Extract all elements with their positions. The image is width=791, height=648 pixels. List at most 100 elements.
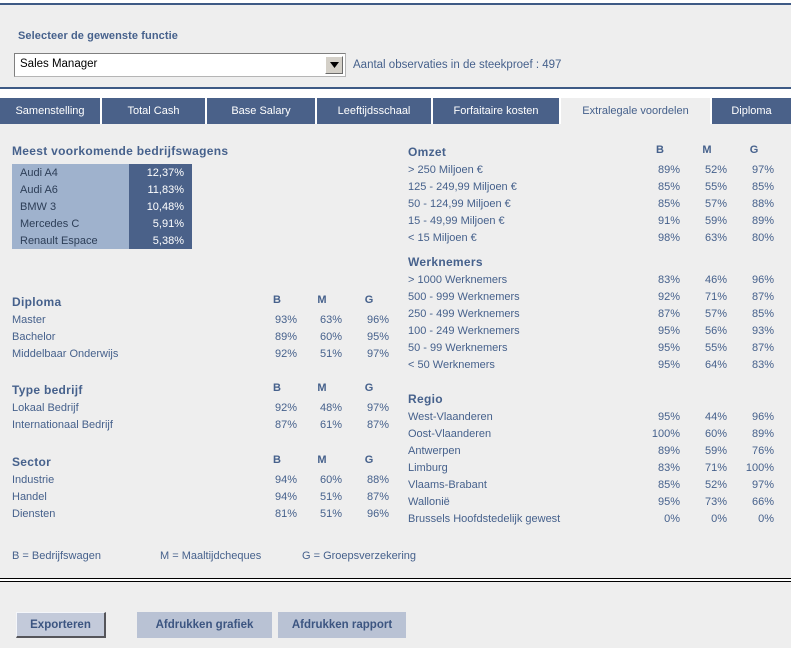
button-bar: Exporteren Afdrukken grafiek Afdrukken r… bbox=[0, 582, 791, 648]
stat-value-g: 96% bbox=[366, 314, 389, 326]
stat-value-m: 71% bbox=[704, 291, 727, 303]
stat-row: Antwerpen 89% 59% 76% bbox=[408, 443, 774, 460]
function-select[interactable]: Sales Manager bbox=[14, 53, 346, 77]
stat-value-g: 87% bbox=[751, 291, 774, 303]
observations-count-text: Aantal observaties in de steekproef : 49… bbox=[353, 59, 562, 71]
stat-row: 125 - 249,99 Miljoen € 85% 55% 85% bbox=[408, 179, 774, 196]
stat-label: 15 - 49,99 Miljoen € bbox=[408, 215, 505, 227]
stat-label: Brussels Hoofdstedelijk gewest bbox=[408, 513, 561, 525]
stat-value-g: 97% bbox=[751, 164, 774, 176]
stat-value-m: 56% bbox=[704, 325, 727, 337]
stat-value-m: 60% bbox=[319, 331, 342, 343]
stat-value-g: 89% bbox=[751, 428, 774, 440]
column-header-g: G bbox=[364, 454, 374, 466]
stat-label: 100 - 249 Werknemers bbox=[408, 325, 520, 337]
print-chart-button[interactable]: Afdrukken grafiek bbox=[137, 612, 272, 638]
stat-row: 100 - 249 Werknemers 95% 56% 93% bbox=[408, 323, 774, 340]
block-title: Werknemers bbox=[408, 255, 483, 269]
car-row: Audi A4 12,37% bbox=[12, 164, 192, 181]
stat-value-g: 87% bbox=[366, 419, 389, 431]
tab-extralegale-voordelen[interactable]: Extralegale voordelen bbox=[561, 98, 712, 124]
tab-forfaitaire-kosten[interactable]: Forfaitaire kosten bbox=[433, 98, 561, 124]
stat-row: Brussels Hoofdstedelijk gewest 0% 0% 0% bbox=[408, 511, 774, 528]
tab-leeftijdsschaal[interactable]: Leeftijdsschaal bbox=[317, 98, 433, 124]
stat-value-m: 0% bbox=[711, 513, 727, 525]
stat-row: Bachelor 89% 60% 95% bbox=[12, 329, 389, 346]
stat-value-g: 87% bbox=[366, 491, 389, 503]
legend-item: G = Groepsverzekering bbox=[302, 550, 417, 562]
stat-value-g: 89% bbox=[751, 215, 774, 227]
car-name: Audi A4 bbox=[12, 164, 129, 181]
tab-total-cash[interactable]: Total Cash bbox=[102, 98, 207, 124]
print-report-button[interactable]: Afdrukken rapport bbox=[278, 612, 406, 638]
stat-row: Master 93% 63% 96% bbox=[12, 312, 389, 329]
car-percentage: 12,37% bbox=[129, 164, 192, 181]
stat-label: Master bbox=[12, 314, 46, 326]
stat-value-b: 98% bbox=[657, 232, 680, 244]
function-selector-panel: Selecteer de gewenste functie Sales Mana… bbox=[0, 3, 791, 89]
column-header-b: B bbox=[273, 454, 281, 466]
block-title: Omzet bbox=[408, 145, 447, 159]
stat-value-g: 66% bbox=[751, 496, 774, 508]
stat-value-m: 55% bbox=[704, 342, 727, 354]
stat-value-m: 60% bbox=[704, 428, 727, 440]
stat-label: Limburg bbox=[408, 462, 448, 474]
stat-value-b: 81% bbox=[274, 508, 297, 520]
stat-value-b: 95% bbox=[657, 325, 680, 337]
stat-value-m: 51% bbox=[319, 348, 342, 360]
stat-row: > 250 Miljoen € 89% 52% 97% bbox=[408, 162, 774, 179]
stat-value-m: 59% bbox=[704, 445, 727, 457]
stat-block-diploma: Diploma B M G Master 93% 63% 96% Bachelor 89% 60% 9… bbox=[12, 294, 389, 363]
stat-row: Diensten 81% 51% 96% bbox=[12, 506, 389, 523]
stat-value-m: 55% bbox=[704, 181, 727, 193]
stat-label: Industrie bbox=[12, 474, 55, 486]
stat-value-m: 63% bbox=[319, 314, 342, 326]
export-button[interactable]: Exporteren bbox=[16, 612, 106, 638]
stat-row: West-Vlaanderen 95% 44% 96% bbox=[408, 409, 774, 426]
column-header-m: M bbox=[317, 454, 327, 466]
stat-value-b: 85% bbox=[657, 181, 680, 193]
stat-row: > 1000 Werknemers 83% 46% 96% bbox=[408, 272, 774, 289]
stat-value-b: 87% bbox=[274, 419, 297, 431]
column-header-g: G bbox=[364, 382, 374, 394]
tab-base-salary[interactable]: Base Salary bbox=[207, 98, 317, 124]
stat-value-m: 63% bbox=[704, 232, 727, 244]
stat-row: Oost-Vlaanderen 100% 60% 89% bbox=[408, 426, 774, 443]
stat-value-b: 89% bbox=[657, 164, 680, 176]
stat-value-g: 88% bbox=[751, 198, 774, 210]
stat-row: Industrie 94% 60% 88% bbox=[12, 472, 389, 489]
stat-value-m: 59% bbox=[704, 215, 727, 227]
stat-value-m: 46% bbox=[704, 274, 727, 286]
stat-value-b: 95% bbox=[657, 342, 680, 354]
stat-value-g: 85% bbox=[751, 308, 774, 320]
car-percentage: 5,38% bbox=[129, 232, 192, 249]
stat-label: > 250 Miljoen € bbox=[408, 164, 483, 176]
stat-value-g: 97% bbox=[366, 348, 389, 360]
stat-label: 125 - 249,99 Miljoen € bbox=[408, 181, 517, 193]
stat-value-b: 89% bbox=[657, 445, 680, 457]
stat-value-b: 95% bbox=[657, 496, 680, 508]
stat-value-b: 95% bbox=[657, 359, 680, 371]
car-row: Audi A6 11,83% bbox=[12, 181, 192, 198]
column-header-b: B bbox=[656, 144, 664, 156]
stat-block-type-bedrijf: Type bedrijf B M G Lokaal Bedrijf 92% 48% 97% In… bbox=[12, 382, 389, 434]
column-header-b: B bbox=[273, 294, 281, 306]
stat-label: Lokaal Bedrijf bbox=[12, 402, 79, 414]
stat-value-g: 96% bbox=[751, 411, 774, 423]
block-title: Diploma bbox=[12, 295, 62, 309]
stat-row: < 15 Miljoen € 98% 63% 80% bbox=[408, 230, 774, 247]
stat-label: > 1000 Werknemers bbox=[408, 274, 508, 286]
chevron-down-icon[interactable] bbox=[325, 56, 343, 74]
stat-value-g: 97% bbox=[366, 402, 389, 414]
stat-value-m: 57% bbox=[704, 198, 727, 210]
stat-value-g: 83% bbox=[751, 359, 774, 371]
stat-value-b: 94% bbox=[274, 491, 297, 503]
stat-value-m: 44% bbox=[704, 411, 727, 423]
stat-value-m: 71% bbox=[704, 462, 727, 474]
stat-value-b: 83% bbox=[657, 462, 680, 474]
tab-bar: Samenstelling Total Cash Base Salary Leefti… bbox=[0, 98, 791, 124]
tab-samenstelling[interactable]: Samenstelling bbox=[0, 98, 102, 124]
tab-diploma[interactable]: Diploma bbox=[712, 98, 791, 124]
selector-label: Selecteer de gewenste functie bbox=[18, 30, 179, 42]
car-row: Renault Espace 5,38% bbox=[12, 232, 192, 249]
